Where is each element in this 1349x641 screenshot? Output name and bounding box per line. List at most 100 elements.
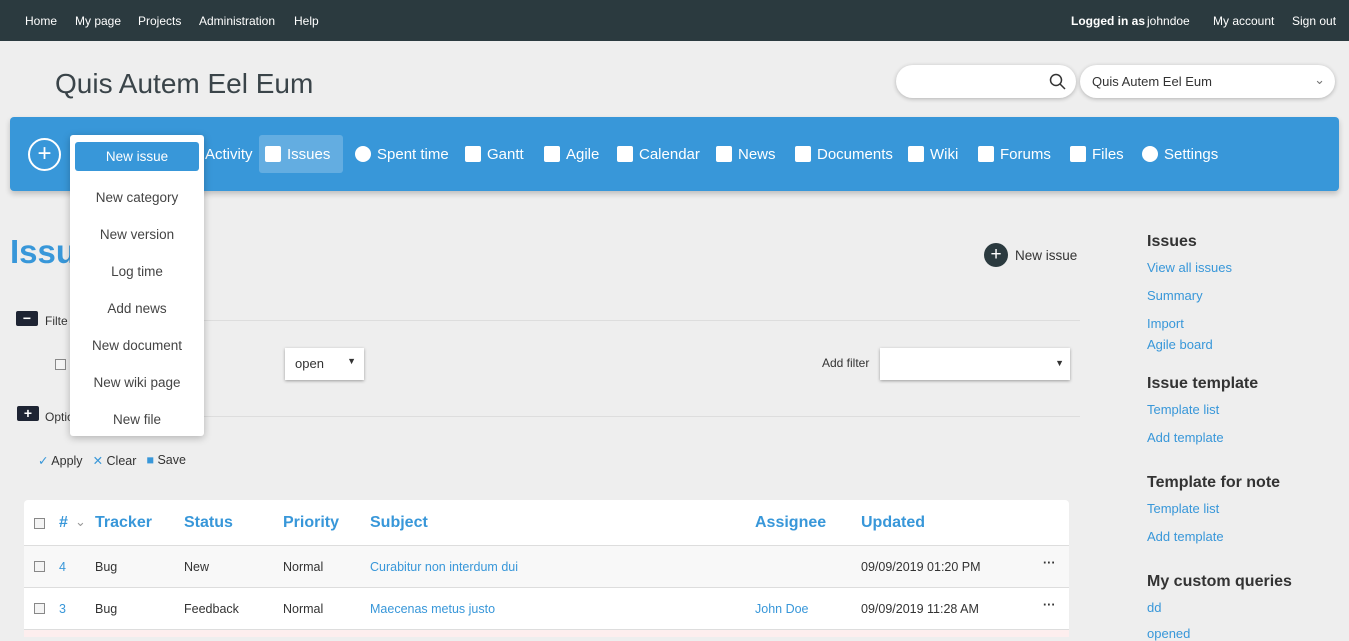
plus-circle-icon: +: [984, 243, 1008, 267]
status: New: [184, 560, 210, 574]
col-id[interactable]: #: [59, 514, 68, 532]
tab-activity[interactable]: Activity: [199, 135, 259, 173]
search-input[interactable]: [896, 65, 1076, 98]
import-link[interactable]: Import: [1147, 316, 1184, 331]
new-issue-button[interactable]: + New issue: [984, 243, 1077, 267]
administration-link[interactable]: Administration: [199, 14, 275, 28]
my-account-link[interactable]: My account: [1213, 14, 1274, 28]
more-actions-icon[interactable]: ···: [1043, 556, 1056, 570]
gear-icon: [1142, 146, 1158, 162]
tab-documents[interactable]: Documents: [789, 135, 899, 173]
tab-label: Files: [1092, 145, 1124, 163]
tab-label: Agile: [566, 145, 600, 163]
options-label[interactable]: Optic: [45, 410, 73, 424]
check-icon: ✓: [38, 454, 49, 468]
col-assignee[interactable]: Assignee: [755, 514, 826, 532]
status-operator-select[interactable]: open ▼: [285, 348, 364, 380]
home-link[interactable]: Home: [25, 14, 57, 28]
filters-label[interactable]: Filte: [45, 314, 68, 328]
add-filter-label: Add filter: [822, 356, 870, 370]
project-select[interactable]: Quis Autem Eel Eum ⌄: [1080, 65, 1335, 98]
agile-icon: [544, 146, 560, 162]
status-filter-checkbox[interactable]: [55, 359, 66, 370]
tab-news[interactable]: News: [710, 135, 782, 173]
help-link[interactable]: Help: [294, 14, 319, 28]
menu-new-issue[interactable]: New issue: [75, 142, 199, 171]
calendar-icon: [617, 146, 633, 162]
issue-id-link[interactable]: 3: [59, 602, 66, 616]
menu-new-file[interactable]: New file: [75, 401, 199, 438]
sidebar-note-title: Template for note: [1147, 474, 1281, 491]
menu-log-time[interactable]: Log time: [75, 253, 199, 290]
projects-link[interactable]: Projects: [138, 14, 181, 28]
collapse-filters-icon[interactable]: −: [16, 311, 38, 326]
gantt-icon: [465, 146, 481, 162]
tab-issues[interactable]: Issues: [259, 135, 343, 173]
row-checkbox[interactable]: [34, 561, 45, 572]
agile-board-link[interactable]: Agile board: [1147, 337, 1213, 352]
col-subject[interactable]: Subject: [370, 514, 428, 532]
note-template-list-link[interactable]: Template list: [1147, 501, 1219, 516]
view-all-issues-link[interactable]: View all issues: [1147, 260, 1232, 275]
tab-gantt[interactable]: Gantt: [459, 135, 530, 173]
news-icon: [716, 146, 732, 162]
save-icon: ■: [146, 453, 154, 467]
subject-link[interactable]: Curabitur non interdum dui: [370, 560, 518, 574]
close-icon: ✕: [92, 454, 104, 468]
top-menu: Home My page Projects Administration Hel…: [0, 0, 1349, 41]
main-nav: Activity Issues Spent time Gantt Agile C…: [10, 117, 1339, 191]
document-icon: [795, 146, 811, 162]
row-checkbox[interactable]: [34, 603, 45, 614]
tab-files[interactable]: Files: [1064, 135, 1130, 173]
tab-label: Documents: [817, 145, 893, 163]
menu-new-document[interactable]: New document: [75, 327, 199, 364]
col-status[interactable]: Status: [184, 514, 233, 532]
sort-desc-icon: ⌄: [75, 514, 86, 529]
tab-forums[interactable]: Forums: [972, 135, 1057, 173]
assignee-link[interactable]: John Doe: [755, 602, 809, 616]
menu-new-wiki-page[interactable]: New wiki page: [75, 364, 199, 401]
tab-settings[interactable]: Settings: [1136, 135, 1224, 173]
table-row: 3 Bug Feedback Normal Maecenas metus jus…: [24, 587, 1069, 629]
col-priority[interactable]: Priority: [283, 514, 339, 532]
issue-id-link[interactable]: 4: [59, 560, 66, 574]
subject-link[interactable]: Maecenas metus justo: [370, 602, 495, 616]
new-object-button[interactable]: +: [28, 138, 61, 171]
tab-wiki[interactable]: Wiki: [902, 135, 964, 173]
issues-icon: [265, 146, 281, 162]
summary-link[interactable]: Summary: [1147, 288, 1203, 303]
add-template-link[interactable]: Add template: [1147, 430, 1224, 445]
apply-button[interactable]: ✓ Apply: [38, 453, 83, 468]
query-dd-link[interactable]: dd: [1147, 600, 1161, 615]
tab-label: Wiki: [930, 145, 959, 163]
save-button[interactable]: ■ Save: [146, 453, 186, 468]
tracker: Bug: [95, 560, 118, 574]
query-opened-link[interactable]: opened: [1147, 626, 1190, 641]
tab-agile[interactable]: Agile: [538, 135, 605, 173]
my-page-link[interactable]: My page: [75, 14, 121, 28]
apply-label: Apply: [51, 454, 83, 468]
menu-new-category[interactable]: New category: [75, 179, 199, 216]
tab-label: Issues: [287, 145, 331, 163]
table-row: 4 Bug New Normal Curabitur non interdum …: [24, 545, 1069, 587]
add-filter-select[interactable]: ▼: [880, 348, 1070, 380]
table-header: # ⌄ Tracker Status Priority Subject Assi…: [24, 500, 1069, 545]
note-add-template-link[interactable]: Add template: [1147, 529, 1224, 544]
plus-icon: +: [37, 140, 52, 167]
template-list-link[interactable]: Template list: [1147, 402, 1219, 417]
sign-out-link[interactable]: Sign out: [1292, 14, 1336, 28]
tab-spent-time[interactable]: Spent time: [349, 135, 455, 173]
more-actions-icon[interactable]: ···: [1043, 598, 1056, 612]
forums-icon: [978, 146, 994, 162]
user-link[interactable]: johndoe: [1147, 14, 1190, 28]
tab-label: Spent time: [377, 145, 449, 163]
col-updated[interactable]: Updated: [861, 514, 925, 532]
table-row: [24, 629, 1069, 637]
select-all-checkbox[interactable]: [34, 518, 45, 529]
menu-new-version[interactable]: New version: [75, 216, 199, 253]
menu-add-news[interactable]: Add news: [75, 290, 199, 327]
clear-button[interactable]: ✕ Clear: [93, 453, 137, 468]
tab-calendar[interactable]: Calendar: [611, 135, 706, 173]
expand-options-icon[interactable]: +: [17, 406, 39, 421]
col-tracker[interactable]: Tracker: [95, 514, 152, 532]
